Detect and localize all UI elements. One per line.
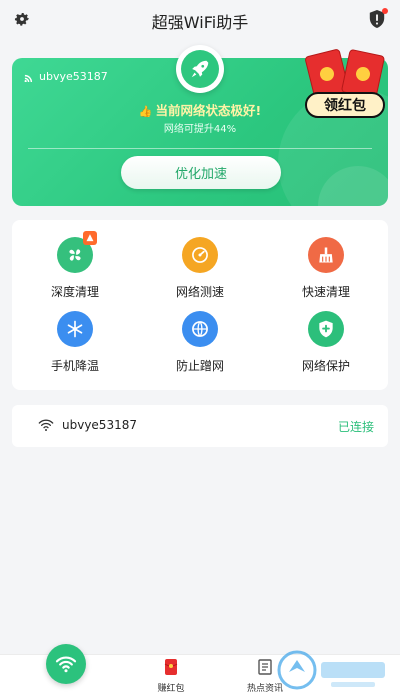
red-packet-label: 领红包	[305, 92, 385, 118]
tool-anti-leech[interactable]: 防止蹭网	[150, 311, 250, 374]
tool-network-protect[interactable]: 网络保护	[276, 311, 376, 374]
top-bar: 超强WiFi助手	[0, 0, 400, 40]
tool-label: 深度清理	[50, 285, 99, 299]
news-icon	[258, 659, 272, 675]
connection-status: 已连接	[337, 420, 374, 434]
tool-quick-clean[interactable]: 快速清理	[276, 237, 376, 300]
wifi-signal-icon	[24, 74, 33, 82]
page-title: 超强WiFi助手	[151, 13, 249, 32]
notification-dot	[382, 8, 388, 14]
tab-earn-red-packet[interactable]: 赚红包	[141, 658, 201, 694]
red-packet-icon	[164, 659, 178, 675]
wifi-ssid: ubvye53187	[62, 418, 137, 432]
tool-label: 网络保护	[301, 359, 350, 373]
hot-badge: ▲	[83, 231, 97, 245]
tool-label: 手机降温	[50, 359, 99, 373]
current-network: ubvye53187	[24, 70, 108, 83]
broom-icon	[308, 237, 344, 273]
globe-shield-icon	[182, 311, 218, 347]
divider	[28, 148, 372, 149]
speedometer-icon	[182, 237, 218, 273]
rocket-icon	[191, 60, 209, 78]
wifi-connection-row[interactable]: ubvye53187 已连接	[12, 405, 388, 447]
wifi-home-button[interactable]	[46, 644, 86, 684]
tab-label: 赚红包	[157, 684, 185, 694]
fan-icon: ▲	[57, 231, 97, 273]
tool-speed-test[interactable]: 网络测速	[150, 237, 250, 300]
red-packet-promo[interactable]: 领红包	[303, 48, 387, 124]
shield-plus-icon	[308, 311, 344, 347]
wifi-icon	[55, 656, 77, 673]
tool-label: 防止蹭网	[175, 359, 224, 373]
watermark-logo	[277, 650, 385, 690]
tool-label: 网络测速	[175, 285, 224, 299]
tool-deep-clean[interactable]: ▲ 深度清理	[25, 231, 125, 300]
boost-button[interactable]: 优化加速	[121, 156, 281, 189]
wifi-icon	[38, 419, 54, 431]
current-ssid: ubvye53187	[39, 70, 108, 83]
snowflake-icon	[57, 311, 93, 347]
tool-label: 快速清理	[301, 285, 350, 299]
thumbs-up-icon: 👍	[138, 105, 153, 118]
tool-phone-cool[interactable]: 手机降温	[25, 311, 125, 374]
rocket-badge[interactable]	[176, 45, 224, 93]
status-text: 当前网络状态极好!	[155, 103, 262, 118]
